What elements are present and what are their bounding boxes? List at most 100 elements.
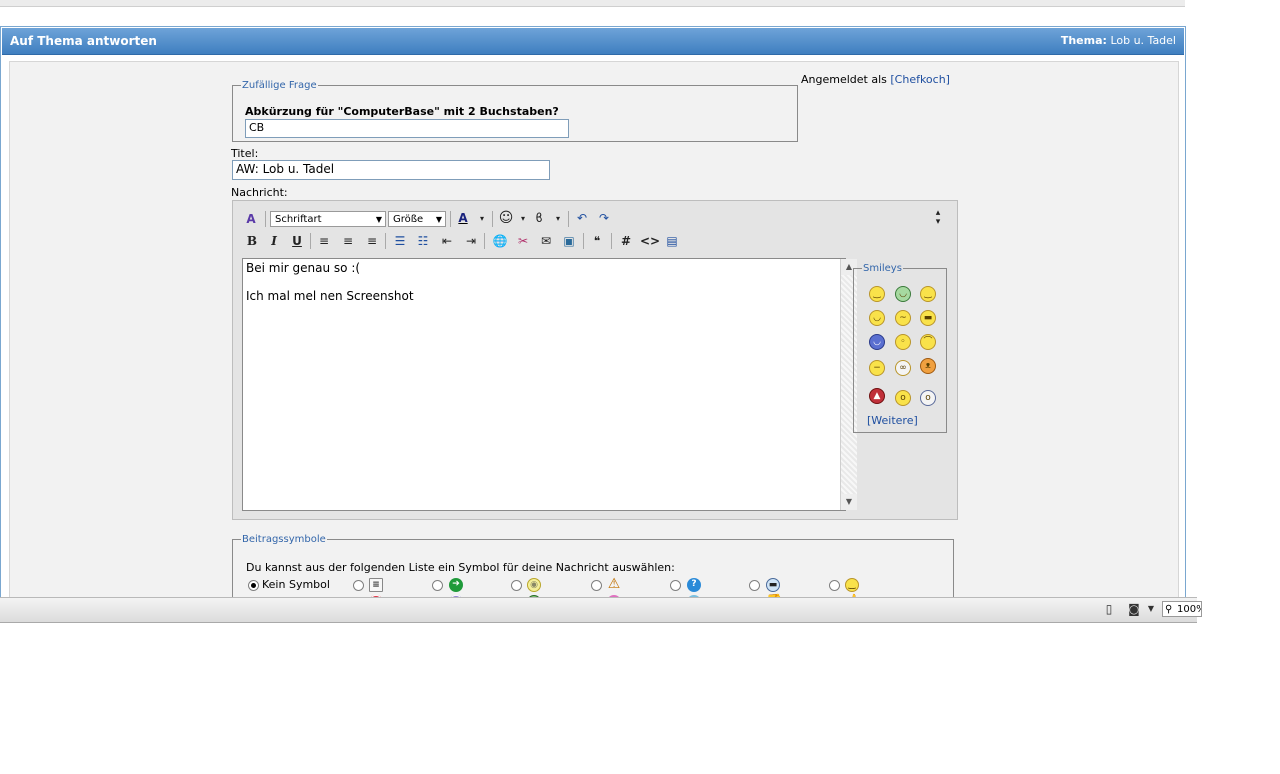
toolbar-separator: [484, 233, 485, 249]
login-prefix: Angemeldet als: [801, 73, 887, 86]
devil-icon[interactable]: ᴥ: [920, 358, 936, 374]
ordered-list-icon[interactable]: ☰: [391, 232, 409, 250]
smile-icon[interactable]: ‿: [869, 286, 885, 302]
post-icon-radio-none[interactable]: [248, 580, 259, 591]
top-strip: [0, 0, 1185, 7]
mad-icon[interactable]: ▲: [869, 388, 885, 404]
zoom-control[interactable]: ⚲ 100%: [1162, 601, 1202, 617]
insert-link-icon[interactable]: 🌐: [491, 232, 509, 250]
redo-icon[interactable]: ↷: [595, 209, 613, 227]
bold-icon[interactable]: B: [243, 232, 261, 250]
chevron-down-icon: ▼: [435, 215, 442, 224]
sad-icon[interactable]: ⌒: [920, 334, 936, 350]
insert-image-icon[interactable]: ▣: [560, 232, 578, 250]
title-label: Titel:: [231, 147, 259, 160]
post-icon-radio[interactable]: [670, 580, 681, 591]
remove-link-icon[interactable]: ✂: [514, 232, 532, 250]
random-question-box: Zufällige Frage Abkürzung für "ComputerB…: [232, 80, 798, 142]
magnifier-icon: ⚲: [1165, 604, 1173, 615]
font-select-label: Schriftart: [275, 214, 322, 225]
message-editor: A Schriftart ▼ Größe ▼ A ▾ ☺ ▾ ϐ ▾ ↶ ↷ ▴ ▾ …: [232, 200, 958, 520]
scroll-down-icon[interactable]: ▼: [841, 494, 857, 510]
laugh-icon[interactable]: ◡: [869, 334, 885, 350]
post-icons-box: Beitragssymbole Du kannst aus der folgen…: [232, 534, 954, 599]
grin-icon[interactable]: ◡: [895, 286, 911, 302]
browser-status-bar: ▯ ◙ ▼ ⚲ 100%: [0, 597, 1202, 623]
happy-icon[interactable]: ◡: [869, 310, 885, 326]
size-select[interactable]: Größe ▼: [388, 211, 446, 227]
remove-format-icon[interactable]: A: [242, 210, 260, 228]
eek-icon[interactable]: o: [920, 390, 936, 406]
post-icon-radio[interactable]: [432, 580, 443, 591]
cool-icon[interactable]: ▬: [920, 310, 936, 326]
glasses-icon[interactable]: ∞: [895, 360, 911, 376]
message-label: Nachricht:: [231, 186, 288, 199]
chevron-down-icon[interactable]: ▾: [473, 210, 491, 228]
font-color-icon[interactable]: A: [454, 209, 472, 227]
wink-icon[interactable]: ‿: [920, 286, 936, 302]
post-icon-none-label: Kein Symbol: [262, 578, 330, 591]
indent-icon[interactable]: ⇥: [462, 232, 480, 250]
smile-post-icon: ‿: [845, 578, 859, 592]
post-icons-legend: Beitragssymbole: [242, 534, 326, 545]
outdent-icon[interactable]: ⇤: [438, 232, 456, 250]
italic-icon[interactable]: I: [265, 232, 283, 250]
device-icon[interactable]: ▯: [1101, 602, 1117, 616]
message-textarea[interactable]: Bei mir genau so :( Ich mal mel nen Scre…: [242, 258, 857, 511]
quote-icon[interactable]: ❝: [588, 232, 606, 250]
smiley-insert-icon[interactable]: ☺: [497, 209, 515, 227]
resize-toggle-icon[interactable]: ▴ ▾: [929, 209, 947, 227]
toolbar-separator: [450, 211, 451, 227]
form-panel: Zufällige Frage Abkürzung für "ComputerB…: [9, 61, 1179, 599]
size-select-label: Größe: [393, 214, 424, 225]
post-icon-radio[interactable]: [749, 580, 760, 591]
post-icon-radio[interactable]: [511, 580, 522, 591]
camera-icon[interactable]: ◙: [1126, 602, 1142, 616]
confused-icon[interactable]: ~: [895, 310, 911, 326]
hash-icon[interactable]: #: [617, 232, 635, 250]
chevron-down-icon[interactable]: ▼: [1143, 602, 1159, 616]
random-question-answer-input[interactable]: CB: [245, 119, 569, 138]
thread-name: Lob u. Tadel: [1110, 34, 1176, 47]
random-question-legend: Zufällige Frage: [242, 80, 317, 91]
post-icon-radio[interactable]: [353, 580, 364, 591]
toolbar-separator: [492, 211, 493, 227]
neutral-icon[interactable]: −: [869, 360, 885, 376]
document-icon: ≡: [369, 578, 383, 592]
smileys-box: Smileys ‿ ◡ ‿ ◡ ~ ▬ ◡ ◦ ⌒ − ∞ ᴥ ▲ o o [W…: [853, 263, 947, 433]
title-input[interactable]: AW: Lob u. Tadel: [232, 160, 550, 180]
surprised-icon[interactable]: o: [895, 390, 911, 406]
arrow-right-icon: ➔: [449, 578, 463, 592]
align-center-icon[interactable]: ≡: [339, 232, 357, 250]
toolbar-separator: [611, 233, 612, 249]
chevron-down-icon[interactable]: ▾: [549, 210, 567, 228]
cool-smiley-icon: ▬: [766, 578, 780, 592]
username-link[interactable]: [Chefkoch]: [890, 73, 950, 86]
toolbar-separator: [265, 211, 266, 227]
align-right-icon[interactable]: ≡: [363, 232, 381, 250]
toolbar-separator: [583, 233, 584, 249]
unordered-list-icon[interactable]: ☷: [414, 232, 432, 250]
reply-form-frame: Auf Thema antworten Thema: Lob u. Tadel …: [0, 26, 1186, 599]
more-smileys-link[interactable]: [Weitere]: [867, 414, 918, 427]
post-icon-radio[interactable]: [591, 580, 602, 591]
align-left-icon[interactable]: ≡: [315, 232, 333, 250]
code-icon[interactable]: <>: [640, 232, 660, 250]
undo-icon[interactable]: ↶: [573, 209, 591, 227]
post-icons-intro: Du kannst aus der folgenden Liste ein Sy…: [246, 561, 675, 574]
special-char-icon[interactable]: ϐ: [530, 209, 548, 227]
rolleyes-icon[interactable]: ◦: [895, 334, 911, 350]
font-select[interactable]: Schriftart ▼: [270, 211, 386, 227]
thread-label: Thema:: [1060, 34, 1107, 47]
smileys-legend: Smileys: [863, 263, 902, 274]
lightbulb-icon: ◉: [527, 578, 541, 592]
underline-icon[interactable]: U: [288, 232, 306, 250]
more-smileys-label[interactable]: [Weitere]: [867, 414, 918, 427]
question-icon: ?: [687, 578, 701, 592]
php-code-icon[interactable]: ▤: [663, 232, 681, 250]
page-title: Auf Thema antworten: [10, 34, 157, 48]
post-icon-radio[interactable]: [829, 580, 840, 591]
chevron-down-icon: ▼: [375, 215, 382, 224]
insert-email-icon[interactable]: ✉: [537, 232, 555, 250]
warning-icon: ⚠: [607, 576, 621, 592]
